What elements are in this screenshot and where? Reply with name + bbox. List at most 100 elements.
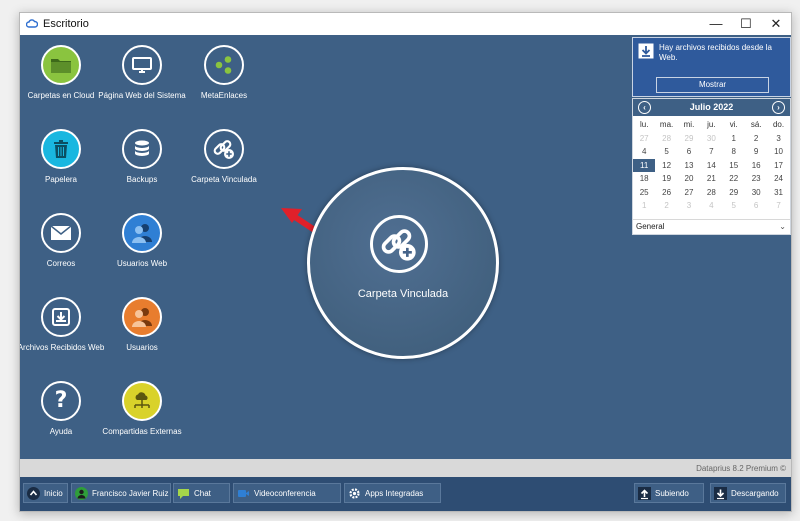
download-icon xyxy=(638,43,654,59)
calendar-day[interactable]: 12 xyxy=(655,159,677,173)
calendar-day[interactable]: 29 xyxy=(723,186,745,200)
calendar-day[interactable]: 24 xyxy=(767,172,789,186)
desktop-icon-archivos-recibidos[interactable]: Archivos Recibidos Web xyxy=(19,297,106,353)
calendar-day[interactable]: 27 xyxy=(633,132,655,146)
calendar-day[interactable]: 7 xyxy=(767,199,789,213)
desktop-icon-ayuda[interactable]: ? Ayuda xyxy=(20,381,106,437)
calendar-day[interactable]: 4 xyxy=(700,199,722,213)
calendar-day-today[interactable]: 11 xyxy=(633,158,656,172)
chat-button[interactable]: Chat xyxy=(173,483,230,503)
calendar-day[interactable]: 19 xyxy=(655,172,677,186)
icon-label: Carpeta Vinculada xyxy=(191,175,257,184)
calendar-day[interactable]: 5 xyxy=(655,145,677,159)
icon-label: Papelera xyxy=(44,175,78,184)
calendar-day[interactable]: 2 xyxy=(655,199,677,213)
maximize-button[interactable]: ☐ xyxy=(731,13,761,35)
calendar-day[interactable]: 2 xyxy=(745,132,767,146)
icon-label: Usuarios Web xyxy=(116,259,168,268)
calendar-week-row: 4 5 6 7 8 9 10 xyxy=(633,145,790,159)
desktop-icon-compartidas-externas[interactable]: Compartidas Externas xyxy=(97,381,187,437)
calendar-filter-select[interactable]: General ⌄ xyxy=(633,219,790,233)
calendar-week-row: 1234567 xyxy=(633,199,790,213)
calendar-day[interactable]: 30 xyxy=(745,186,767,200)
calendar-day[interactable]: 1 xyxy=(723,132,745,146)
calendar-day[interactable]: 26 xyxy=(655,186,677,200)
calendar-day[interactable]: 13 xyxy=(678,159,700,173)
calendar-day[interactable]: 3 xyxy=(678,199,700,213)
taskbar: Inicio Francisco Javier Ruiz Chat Videoc… xyxy=(20,477,791,511)
calendar-next-button[interactable]: › xyxy=(772,101,785,114)
calendar-day[interactable]: 8 xyxy=(723,145,745,159)
calendar-week-row: 25 26 27 28 29 30 31 xyxy=(633,186,790,200)
desktop-icon-pagina-web[interactable]: Página Web del Sistema xyxy=(97,45,187,101)
desktop-icon-carpeta-vinculada[interactable]: Carpeta Vinculada xyxy=(179,129,269,185)
download-icon xyxy=(714,487,727,500)
calendar-day[interactable]: 30 xyxy=(700,132,722,146)
calendar-day[interactable]: 20 xyxy=(678,172,700,186)
user-label: Francisco Javier Ruiz xyxy=(92,489,169,498)
desktop-icon-usuarios-web[interactable]: Usuarios Web xyxy=(97,213,187,269)
calendar-day[interactable]: 6 xyxy=(678,145,700,159)
icon-label: Archivos Recibidos Web xyxy=(19,343,105,352)
calendar-prev-button[interactable]: ‹ xyxy=(638,101,651,114)
calendar-day[interactable]: 28 xyxy=(655,132,677,146)
calendar-week-row: 27 28 29 30 1 2 3 xyxy=(633,132,790,146)
apps-integradas-label: Apps Integradas xyxy=(365,489,424,498)
calendar-weekday: ju. xyxy=(707,120,716,129)
apps-integradas-button[interactable]: Apps Integradas xyxy=(344,483,441,503)
spotlight-label: Carpeta Vinculada xyxy=(357,288,449,300)
calendar-day[interactable]: 1 xyxy=(633,199,655,213)
calendar-day[interactable]: 6 xyxy=(745,199,767,213)
icon-label: Usuarios xyxy=(126,343,158,352)
minimize-button[interactable]: — xyxy=(701,13,731,35)
calendar-grid: lu. ma. mi. ju. vi. sá. do. 27 28 29 30 1 2 3 4 5 6 7 8 9 10… xyxy=(633,118,790,213)
calendar-day[interactable]: 25 xyxy=(633,186,655,200)
user-avatar-icon xyxy=(75,487,88,500)
subiendo-button[interactable]: Subiendo xyxy=(634,483,704,503)
gear-icon xyxy=(349,488,360,499)
calendar-day[interactable]: 14 xyxy=(700,159,722,173)
calendar-day[interactable]: 23 xyxy=(745,172,767,186)
calendar-day[interactable]: 10 xyxy=(767,145,789,159)
notification-text: Hay archivos recibidos desde la Web. xyxy=(659,43,772,62)
close-button[interactable]: ✕ xyxy=(761,13,791,35)
videoconferencia-button[interactable]: Videoconferencia xyxy=(233,483,341,503)
monitor-icon xyxy=(122,45,162,85)
calendar-day[interactable]: 9 xyxy=(745,145,767,159)
mostrar-button[interactable]: Mostrar xyxy=(656,77,769,93)
calendar-day[interactable]: 4 xyxy=(633,145,655,159)
user-button[interactable]: Francisco Javier Ruiz xyxy=(71,483,171,503)
calendar-day[interactable]: 15 xyxy=(723,159,745,173)
calendar-day[interactable]: 16 xyxy=(745,159,767,173)
calendar-day[interactable]: 7 xyxy=(700,145,722,159)
calendar-day[interactable]: 18 xyxy=(633,172,655,186)
users-icon xyxy=(122,297,162,337)
calendar-day[interactable]: 22 xyxy=(723,172,745,186)
descargando-button[interactable]: Descargando xyxy=(710,483,786,503)
calendar-day[interactable]: 28 xyxy=(700,186,722,200)
network-cloud-icon xyxy=(122,381,162,421)
desktop-icon-correos[interactable]: Correos xyxy=(20,213,106,269)
calendar-day[interactable]: 27 xyxy=(678,186,700,200)
database-icon xyxy=(122,129,162,169)
calendar-day[interactable]: 5 xyxy=(723,199,745,213)
chevron-up-circle-icon xyxy=(27,487,40,500)
calendar-day[interactable]: 31 xyxy=(767,186,789,200)
envelope-icon xyxy=(41,213,81,253)
calendar-month: Julio 2022 xyxy=(689,102,734,112)
desktop-icon-papelera[interactable]: Papelera xyxy=(20,129,106,185)
calendar-day[interactable]: 3 xyxy=(767,132,789,146)
trash-icon xyxy=(41,129,81,169)
desktop-icon-usuarios[interactable]: Usuarios xyxy=(97,297,187,353)
calendar-day[interactable]: 21 xyxy=(700,172,722,186)
calendar-header: ‹ Julio 2022 › xyxy=(633,99,790,116)
inicio-button[interactable]: Inicio xyxy=(23,483,68,503)
desktop-icon-metaenlaces[interactable]: MetaEnlaces xyxy=(179,45,269,101)
calendar-weekday: sá. xyxy=(750,120,762,129)
desktop-icon-carpetas-cloud[interactable]: Carpetas en Cloud xyxy=(20,45,106,101)
calendar-day[interactable]: 29 xyxy=(678,132,700,146)
calendar-day[interactable]: 17 xyxy=(767,159,789,173)
calendar-weekday: ma. xyxy=(659,120,674,129)
spotlight-zoom: Carpeta Vinculada xyxy=(307,167,499,359)
desktop-icon-backups[interactable]: Backups xyxy=(97,129,187,185)
